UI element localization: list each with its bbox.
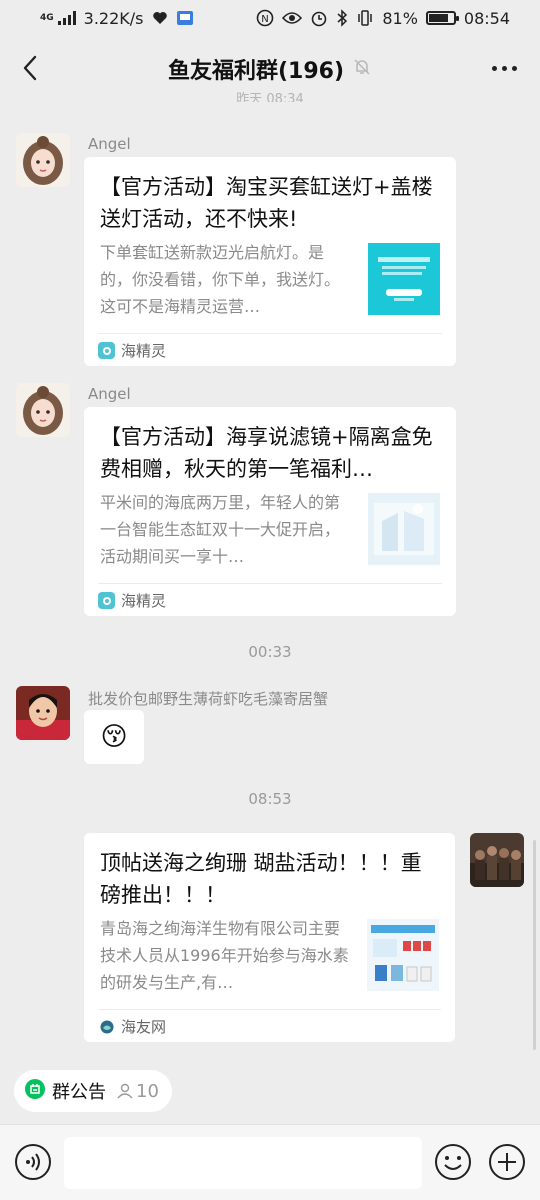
card-title: 【官方活动】淘宝买套缸送灯+盖楼送灯活动，还不快来! bbox=[100, 175, 433, 231]
back-button[interactable] bbox=[14, 52, 46, 84]
card-title: 顶帖送海之绚珊 瑚盐活动！！！重磅推出！！！ bbox=[100, 851, 422, 907]
avatar[interactable] bbox=[16, 133, 70, 187]
chat-title: 鱼友福利群(196) bbox=[167, 59, 345, 84]
emoji-message-bubble[interactable]: 😚 bbox=[84, 710, 144, 764]
more-options-button[interactable] bbox=[488, 56, 520, 80]
alarm-icon bbox=[310, 9, 328, 27]
network-type: 4G bbox=[40, 12, 54, 23]
eye-icon bbox=[282, 11, 303, 25]
smiley-icon bbox=[435, 1144, 471, 1180]
signal-icon bbox=[57, 11, 76, 25]
time-separator: 08:53 bbox=[248, 790, 292, 808]
message-input[interactable] bbox=[64, 1137, 422, 1189]
card-description: 下单套缸送新款迈光启航灯。是的，你没看错，你下单，我送灯。这可不是海精灵运营… bbox=[100, 243, 341, 316]
svg-text:N: N bbox=[262, 14, 269, 25]
announcement-label: 群公告 bbox=[52, 1082, 106, 1103]
more-functions-button[interactable] bbox=[488, 1143, 526, 1181]
bell-off-icon bbox=[352, 57, 372, 81]
time-separator: 00:33 bbox=[248, 643, 292, 661]
card-source-name: 海友网 bbox=[121, 1018, 167, 1036]
card-source-name: 海精灵 bbox=[121, 592, 167, 610]
app-icon bbox=[176, 10, 194, 26]
nfc-icon: N bbox=[256, 9, 274, 27]
clock: 08:54 bbox=[463, 8, 510, 28]
avatar[interactable] bbox=[16, 686, 70, 740]
scrollbar[interactable] bbox=[533, 840, 536, 1050]
card-thumbnail bbox=[368, 493, 440, 565]
app-logo-icon bbox=[98, 592, 115, 609]
network-speed: 3.22K/s bbox=[83, 8, 144, 28]
person-icon bbox=[117, 1083, 133, 1099]
avatar[interactable] bbox=[16, 383, 70, 437]
card-source: 海精灵 bbox=[98, 340, 166, 361]
chat-screen: 4G 3.22K/s N 81% 08:54 鱼友福利群(196) 昨天 08:… bbox=[0, 0, 540, 1200]
emoji: 😚 bbox=[100, 722, 128, 752]
app-logo-icon bbox=[98, 1018, 115, 1035]
group-announcement-button[interactable]: 群公告 10 bbox=[14, 1070, 172, 1112]
divider bbox=[98, 333, 442, 334]
sender-name: Angel bbox=[88, 135, 131, 153]
announcement-icon bbox=[24, 1078, 46, 1104]
card-source: 海精灵 bbox=[98, 590, 166, 611]
avatar[interactable] bbox=[470, 833, 524, 887]
sender-name: 批发价包邮野生薄荷虾吃毛藻寄居蟹 bbox=[88, 690, 329, 708]
heart-icon bbox=[152, 11, 168, 25]
bluetooth-icon bbox=[336, 9, 348, 27]
divider bbox=[98, 1009, 441, 1010]
voice-icon bbox=[15, 1144, 51, 1180]
sender-name: Angel bbox=[88, 385, 131, 403]
divider bbox=[98, 583, 442, 584]
chevron-left-icon bbox=[23, 55, 37, 81]
link-card[interactable]: 【官方活动】淘宝买套缸送灯+盖楼送灯活动，还不快来! 下单套缸送新款迈光启航灯。… bbox=[84, 157, 456, 366]
card-thumbnail bbox=[367, 919, 439, 991]
voice-input-button[interactable] bbox=[14, 1143, 52, 1181]
timestamp-clipped: 昨天 08:34 bbox=[236, 92, 304, 102]
card-thumbnail bbox=[368, 243, 440, 315]
card-source-name: 海精灵 bbox=[121, 342, 167, 360]
card-source: 海友网 bbox=[98, 1016, 166, 1037]
card-description: 青岛海之绚海洋生物有限公司主要技术人员从1996年开始参与海水素的研发与生产,有… bbox=[100, 919, 349, 992]
battery-icon bbox=[425, 11, 459, 25]
link-card[interactable]: 顶帖送海之绚珊 瑚盐活动！！！重磅推出！！！ 青岛海之绚海洋生物有限公司主要技术… bbox=[84, 833, 455, 1042]
link-card[interactable]: 【官方活动】海享说滤镜+隔离盒免费相赠，秋天的第一笔福利… 平米间的海底两万里，… bbox=[84, 407, 456, 616]
emoji-button[interactable] bbox=[434, 1143, 472, 1181]
vibrate-icon bbox=[356, 9, 374, 27]
battery-percent: 81% bbox=[382, 8, 418, 28]
app-logo-icon bbox=[98, 342, 115, 359]
status-bar: 4G 3.22K/s N 81% 08:54 bbox=[0, 0, 540, 36]
announcement-count: 10 bbox=[136, 1080, 159, 1102]
card-title: 【官方活动】海享说滤镜+隔离盒免费相赠，秋天的第一笔福利… bbox=[100, 425, 433, 481]
announcement-members: 10 bbox=[116, 1081, 159, 1102]
plus-icon bbox=[489, 1144, 525, 1180]
card-description: 平米间的海底两万里，年轻人的第一台智能生态缸双十一大促开启，活动期间买一享十… bbox=[100, 493, 341, 566]
input-bar bbox=[0, 1124, 540, 1200]
